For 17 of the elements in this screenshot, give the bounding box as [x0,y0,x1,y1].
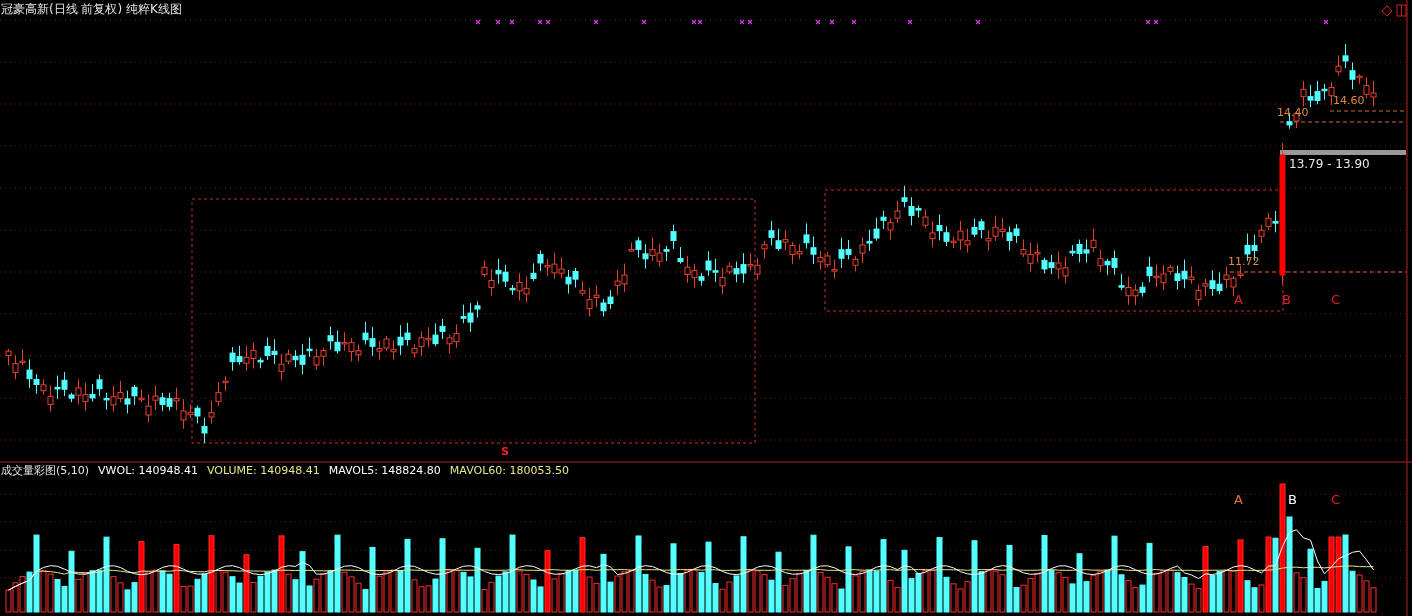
price-label: 11.72 [1228,256,1260,268]
signal-mark: S [501,446,509,458]
point-label: B [1288,493,1297,507]
indicator-name: 成交量彩图(5,10) [1,464,90,478]
point-label: A [1234,293,1243,307]
indicator-readout: MAVOL5: 148824.80 [328,464,441,478]
indicator-readout: VWOL: 140948.41 [98,464,198,478]
point-label: C [1331,493,1341,507]
indicator-readout: VOLUME: 140948.41 [206,464,320,478]
price-label: 13.79 - 13.90 [1289,158,1370,170]
price-label: 14.40 [1277,107,1309,119]
point-label: C [1331,293,1341,307]
indicator-readout: MAVOL60: 180053.50 [449,464,569,478]
price-label: 14.60 [1333,95,1365,107]
point-label: A [1234,493,1243,507]
point-label: B [1282,293,1291,307]
chart-title: 冠豪高新(日线 前复权) 纯粹K线图 [1,2,182,16]
